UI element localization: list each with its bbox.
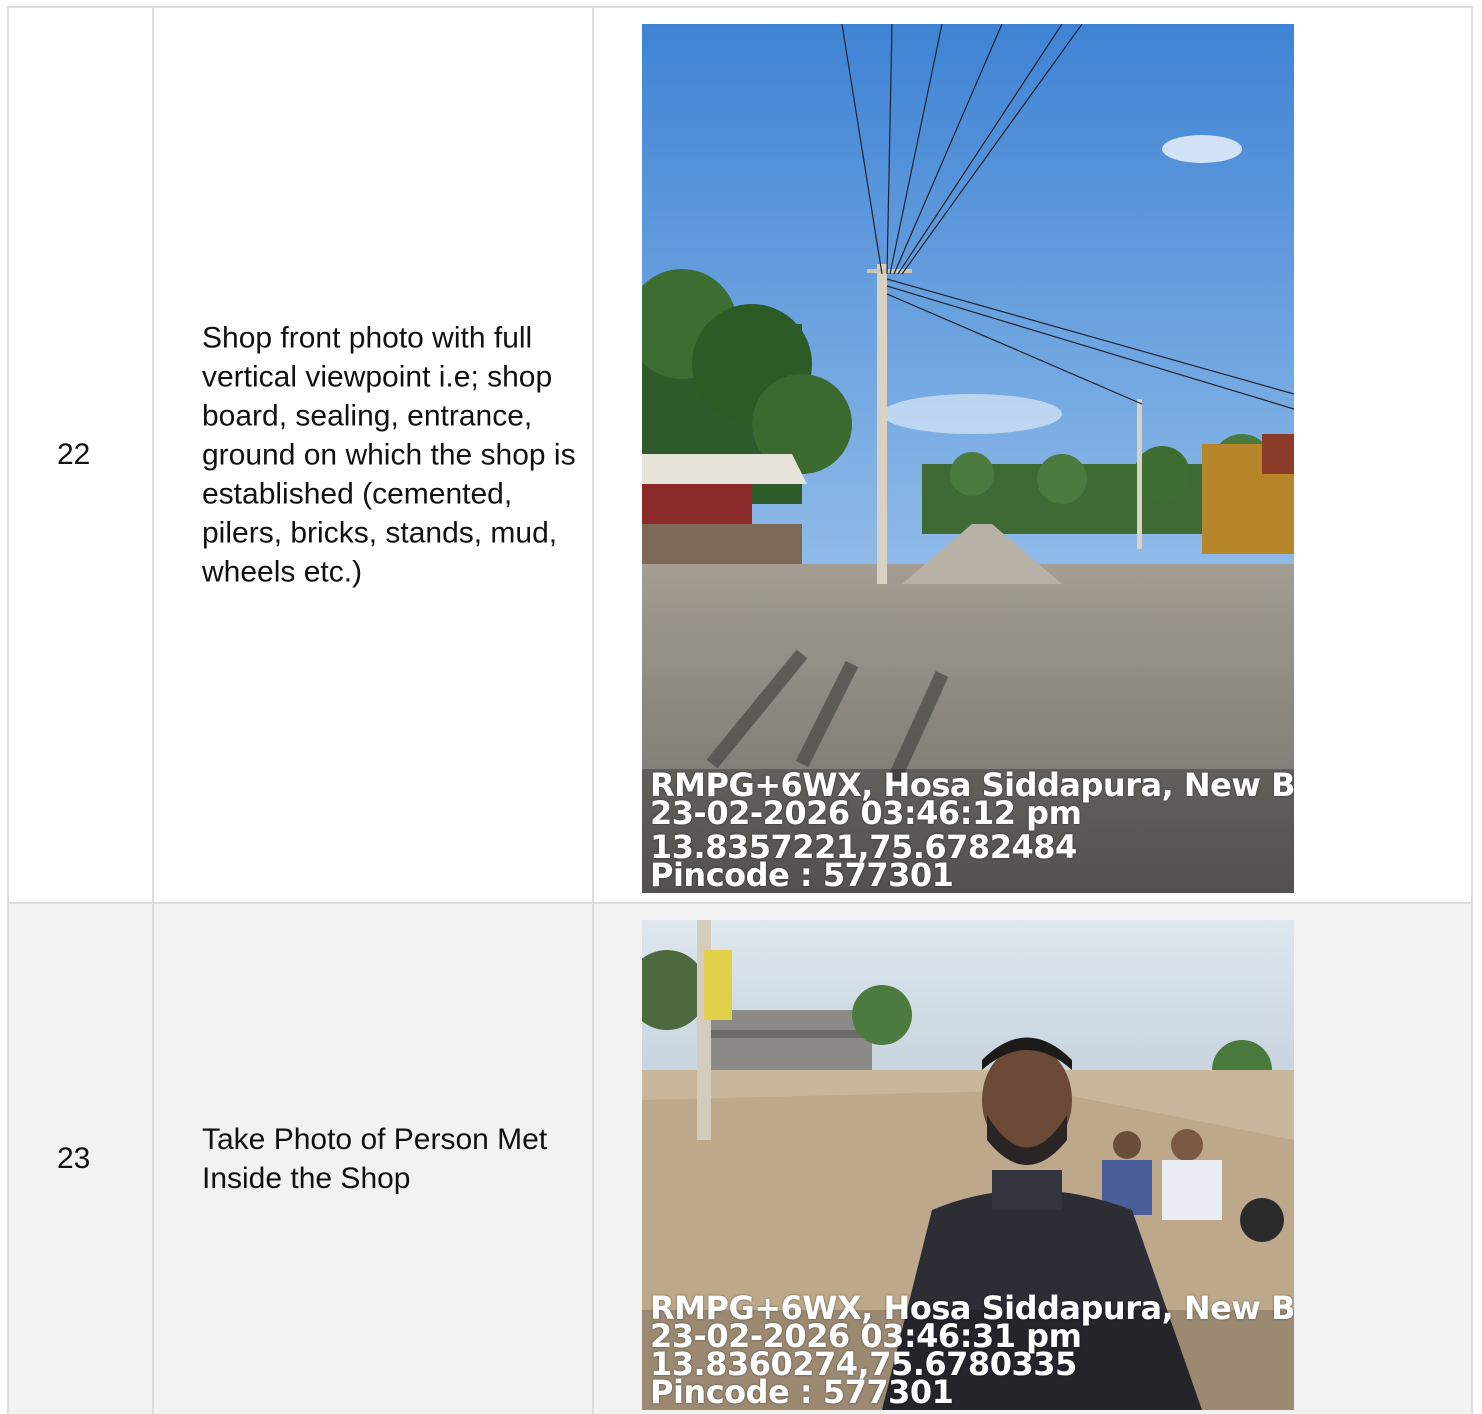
photo-cell: RMPG+6WX, Hosa Siddapura, New Bullapu 23… bbox=[594, 8, 1473, 902]
person-met-photo[interactable]: RMPG+6WX, Hosa Siddapura, New Bullap 23-… bbox=[642, 920, 1294, 1410]
row-number: 23 bbox=[57, 1142, 91, 1175]
table-row: 23 Take Photo of Person Met Inside the S… bbox=[7, 902, 1473, 1414]
geo-stamp: RMPG+6WX, Hosa Siddapura, New Bullap 23-… bbox=[650, 1292, 1294, 1408]
row-description: Shop front photo with full vertical view… bbox=[202, 321, 576, 589]
description-cell: Shop front photo with full vertical view… bbox=[154, 8, 594, 902]
shop-front-photo-image bbox=[642, 24, 1294, 893]
row-number-cell: 23 bbox=[7, 904, 154, 1414]
row-number: 22 bbox=[57, 438, 91, 471]
shop-front-photo[interactable]: RMPG+6WX, Hosa Siddapura, New Bullapu 23… bbox=[642, 24, 1294, 893]
photo-cell: RMPG+6WX, Hosa Siddapura, New Bullap 23-… bbox=[594, 904, 1473, 1414]
row-number-cell: 22 bbox=[7, 8, 154, 902]
description-cell: Take Photo of Person Met Inside the Shop bbox=[154, 904, 594, 1414]
row-description: Take Photo of Person Met Inside the Shop bbox=[202, 1123, 548, 1195]
geo-stamp: RMPG+6WX, Hosa Siddapura, New Bullapu 23… bbox=[650, 769, 1294, 891]
table-row: 22 Shop front photo with full vertical v… bbox=[7, 6, 1473, 902]
